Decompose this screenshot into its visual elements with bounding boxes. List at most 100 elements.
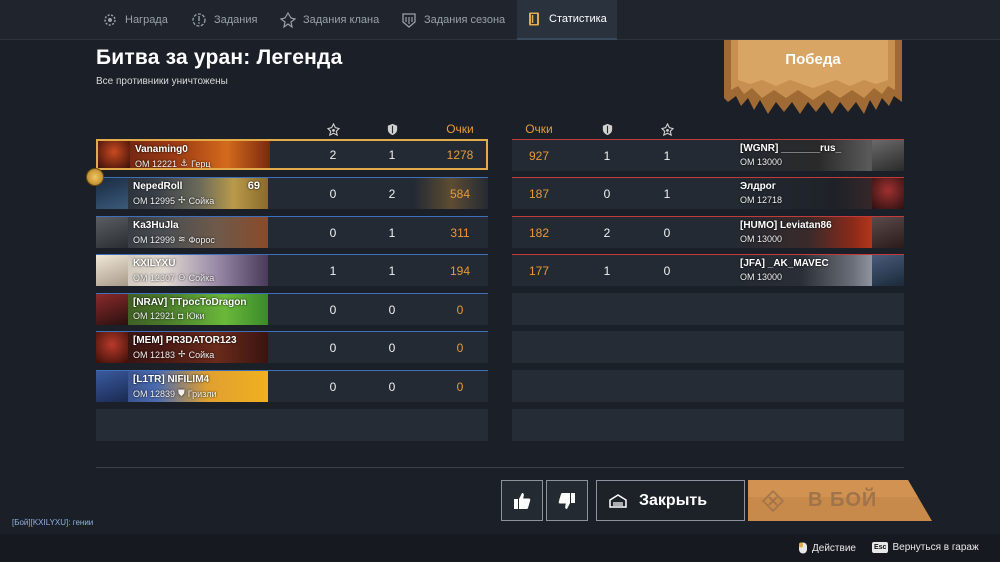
kills-value: 1 bbox=[663, 148, 671, 163]
enemy-row[interactable]: 927 1 1 [WGNR] _______rus_ ОМ 13000 bbox=[512, 139, 904, 171]
vehicle-class-icon: ✢ bbox=[178, 195, 186, 205]
tab-season-tasks[interactable]: Задания сезона bbox=[401, 0, 505, 40]
player-card[interactable]: [NRAV] TTpocToDragon ОМ 12921 ◘ Юки bbox=[96, 294, 268, 325]
assists-value: 1 bbox=[388, 225, 396, 240]
player-name: NepedRoll bbox=[133, 181, 183, 192]
avatar bbox=[96, 294, 128, 325]
vehicle-name: Герц bbox=[191, 158, 211, 169]
victory-banner: Победа bbox=[724, 40, 902, 118]
tab-label: Статистика bbox=[549, 13, 607, 25]
tab-reward[interactable]: Награда bbox=[102, 0, 168, 40]
player-name: [WGNR] _______rus_ bbox=[740, 143, 842, 154]
divider bbox=[96, 467, 904, 468]
player-om: ОМ 12307 bbox=[133, 272, 176, 283]
vehicle-class-icon: ⛊ bbox=[178, 388, 185, 398]
vehicle-class-icon: ⊖ bbox=[178, 272, 186, 282]
assists-value: 0 bbox=[388, 302, 396, 317]
player-card[interactable]: [JFA] _AK_MAVEC ОМ 13000 bbox=[732, 255, 904, 286]
col-kills-left bbox=[313, 120, 353, 138]
thumbs-up-icon bbox=[514, 492, 531, 509]
vehicle-class-icon: ✢ bbox=[178, 349, 186, 359]
ally-row[interactable]: Ka3HuJla ОМ 12999 ≋ Форос 0 1 311 bbox=[96, 216, 488, 248]
shield-icon bbox=[602, 123, 612, 135]
assists-value: 0 bbox=[388, 379, 396, 394]
player-om: ОМ 12183 bbox=[133, 349, 176, 360]
score-value: 187 bbox=[528, 186, 550, 201]
assists-value: 1 bbox=[603, 263, 611, 278]
empty-slot bbox=[512, 331, 904, 363]
avatar bbox=[872, 255, 904, 286]
garage-hint-label: Вернуться в гараж bbox=[892, 542, 979, 553]
ally-row[interactable]: [NRAV] TTpocToDragon ОМ 12921 ◘ Юки 0 0 0 bbox=[96, 293, 488, 325]
kills-value: 0 bbox=[663, 225, 671, 240]
player-om: ОМ 13000 bbox=[740, 157, 783, 167]
score-value: 1278 bbox=[446, 147, 474, 162]
assists-value: 1 bbox=[388, 147, 396, 162]
player-om: ОМ 13000 bbox=[740, 272, 783, 282]
dislike-button[interactable] bbox=[546, 480, 588, 521]
score-value: 182 bbox=[528, 225, 550, 240]
tab-clan-tasks[interactable]: Задания клана bbox=[280, 0, 379, 40]
battle-icon bbox=[762, 490, 784, 512]
victory-label: Победа bbox=[785, 51, 841, 68]
ally-row[interactable]: KXILYXU ОМ 12307 ⊖ Сойка 1 1 194 bbox=[96, 254, 488, 286]
player-name: Ka3HuJla bbox=[133, 220, 179, 231]
assists-value: 0 bbox=[388, 340, 396, 355]
player-name: Элдрог bbox=[740, 181, 776, 192]
fight-button[interactable]: В БОЙ bbox=[748, 480, 932, 521]
assists-value: 2 bbox=[603, 225, 611, 240]
kills-icon bbox=[660, 122, 674, 136]
top-tab-bar: Награда Задания Задания клана Задания се… bbox=[0, 0, 1000, 40]
score-value: 927 bbox=[528, 148, 550, 163]
tab-label: Задания сезона bbox=[424, 14, 506, 26]
empty-slot bbox=[512, 370, 904, 402]
tab-statistics[interactable]: Статистика bbox=[517, 0, 617, 40]
score-value: 177 bbox=[528, 263, 550, 278]
player-om: ОМ 12221 bbox=[135, 158, 178, 169]
ally-row[interactable]: [L1TR] NIFILIM4 ОМ 12839 ⛊ Гризли 0 0 0 bbox=[96, 370, 488, 402]
assists-value: 1 bbox=[603, 148, 611, 163]
garage-hint: Esc Вернуться в гараж bbox=[872, 542, 979, 553]
col-kills-right bbox=[647, 120, 687, 138]
kills-value: 0 bbox=[329, 379, 337, 394]
col-score-right: Очки bbox=[525, 122, 553, 136]
score-value: 0 bbox=[456, 379, 464, 394]
avatar bbox=[96, 371, 128, 402]
chat-message: [Бой][KXILYXU]: гении bbox=[12, 518, 94, 527]
avatar bbox=[96, 255, 128, 286]
avatar bbox=[872, 140, 904, 171]
avatar bbox=[98, 141, 130, 168]
enemy-row[interactable]: 187 0 1 Элдрог ОМ 12718 bbox=[512, 177, 904, 209]
alert-icon bbox=[191, 12, 207, 28]
like-button[interactable] bbox=[501, 480, 543, 521]
avatar bbox=[96, 332, 128, 363]
player-card[interactable]: [HUMO] Leviatan86 ОМ 13000 bbox=[732, 217, 904, 248]
tab-tasks[interactable]: Задания bbox=[191, 0, 257, 40]
player-card[interactable]: NepedRoll ОМ 12995 ✢ Сойка 69 bbox=[96, 178, 268, 209]
enemy-row[interactable]: 182 2 0 [HUMO] Leviatan86 ОМ 13000 bbox=[512, 216, 904, 248]
player-card[interactable]: Элдрог ОМ 12718 bbox=[732, 178, 904, 209]
assists-value: 0 bbox=[603, 186, 611, 201]
enemy-row[interactable]: 177 1 0 [JFA] _AK_MAVEC ОМ 13000 bbox=[512, 254, 904, 286]
player-card[interactable]: Vanaming0 ОМ 12221 ⚓ Герц bbox=[98, 141, 270, 168]
player-card[interactable]: Ka3HuJla ОМ 12999 ≋ Форос bbox=[96, 217, 268, 248]
kills-value: 0 bbox=[329, 340, 337, 355]
player-card[interactable]: KXILYXU ОМ 12307 ⊖ Сойка bbox=[96, 255, 268, 286]
player-name: [NRAV] TTpocToDragon bbox=[133, 297, 247, 308]
close-button[interactable]: Закрыть bbox=[596, 480, 745, 521]
close-label: Закрыть bbox=[639, 491, 708, 509]
player-om: ОМ 12921 bbox=[133, 311, 176, 321]
ally-row[interactable]: Vanaming0 ОМ 12221 ⚓ Герц 2 1 1278 bbox=[96, 139, 488, 170]
player-card[interactable]: [MEM] PR3DATOR123 ОМ 12183 ✢ Сойка bbox=[96, 332, 268, 363]
player-card[interactable]: [L1TR] NIFILIM4 ОМ 12839 ⛊ Гризли bbox=[96, 371, 268, 402]
player-level: 69 bbox=[247, 180, 260, 192]
score-value: 194 bbox=[449, 263, 471, 278]
ally-row[interactable]: [MEM] PR3DATOR123 ОМ 12183 ✢ Сойка 0 0 0 bbox=[96, 331, 488, 363]
ally-row[interactable]: NepedRoll ОМ 12995 ✢ Сойка 69 0 2 584 bbox=[96, 177, 488, 209]
empty-slot bbox=[512, 293, 904, 325]
empty-slot bbox=[96, 409, 488, 441]
player-om: ОМ 12999 bbox=[133, 234, 176, 245]
thumbs-down-icon bbox=[558, 492, 575, 509]
player-name: [L1TR] NIFILIM4 bbox=[133, 374, 210, 385]
player-card[interactable]: [WGNR] _______rus_ ОМ 13000 bbox=[732, 140, 904, 171]
